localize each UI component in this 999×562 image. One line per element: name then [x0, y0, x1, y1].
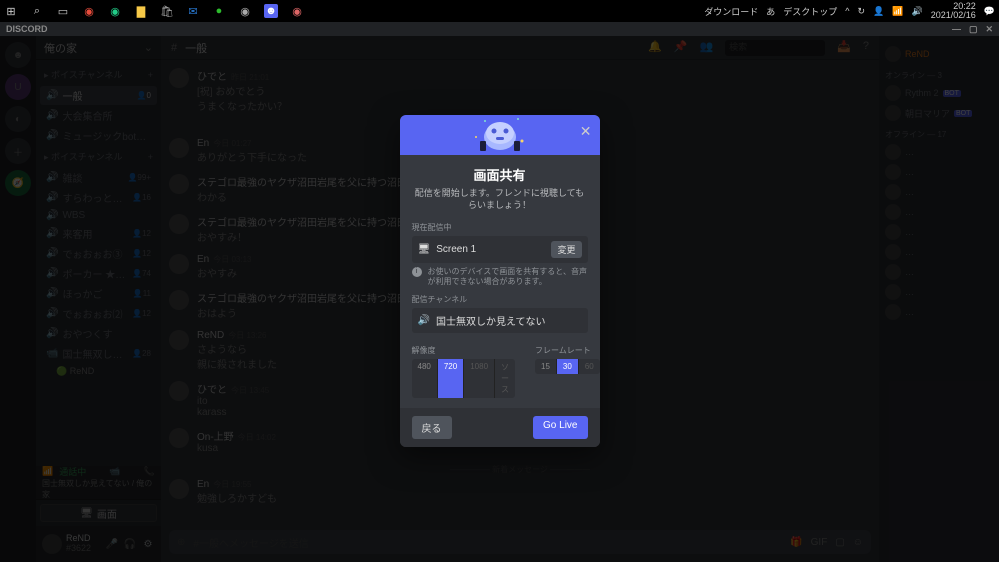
segment-option: 60 [579, 359, 600, 374]
fps-label: フレームレート [535, 345, 599, 356]
fps-options: 153060 [535, 359, 599, 374]
screen-selector: 🖥 Screen 1 変更 [412, 236, 588, 263]
resolution-options: 4807201080ソース [412, 359, 516, 398]
streaming-label: 現在配信中 [412, 222, 588, 233]
info-icon: i [412, 267, 422, 277]
segment-option: ソース [495, 359, 515, 398]
modal-subtitle: 配信を開始します。フレンドに視聴してもらいましょう！ [412, 188, 588, 211]
screen-share-modal: ✕ 画面共有 配信を開始します。フレンドに視聴してもらいましょう！ 現在配信中 … [400, 115, 600, 446]
segment-option[interactable]: 30 [557, 359, 579, 374]
go-live-button[interactable]: Go Live [533, 416, 587, 439]
modal-hero [400, 115, 600, 155]
segment-option: 1080 [464, 359, 495, 398]
screen-name: Screen 1 [436, 244, 476, 255]
modal-title: 画面共有 [412, 165, 588, 184]
close-icon[interactable]: ✕ [580, 123, 592, 140]
segment-option[interactable]: 720 [438, 359, 464, 398]
segment-option[interactable]: 480 [412, 359, 438, 398]
resolution-label: 解像度 [412, 345, 516, 356]
change-button[interactable]: 変更 [551, 241, 581, 258]
channel-selector[interactable]: 🔊 国士無双しか見えてない [412, 308, 588, 333]
back-button[interactable]: 戻る [412, 416, 452, 439]
modal-wrapper: ✕ 画面共有 配信を開始します。フレンドに視聴してもらいましょう！ 現在配信中 … [0, 0, 999, 562]
channel-label: 配信チャンネル [412, 294, 588, 305]
monitor-icon: 🖥 [418, 244, 431, 255]
segment-option[interactable]: 15 [535, 359, 557, 374]
volume-icon: 🔊 [418, 315, 430, 326]
hero-illustration [470, 115, 530, 155]
audio-warning: i お使いのデバイスで画面を共有すると、音声が利用できない場合があります。 [412, 267, 588, 288]
